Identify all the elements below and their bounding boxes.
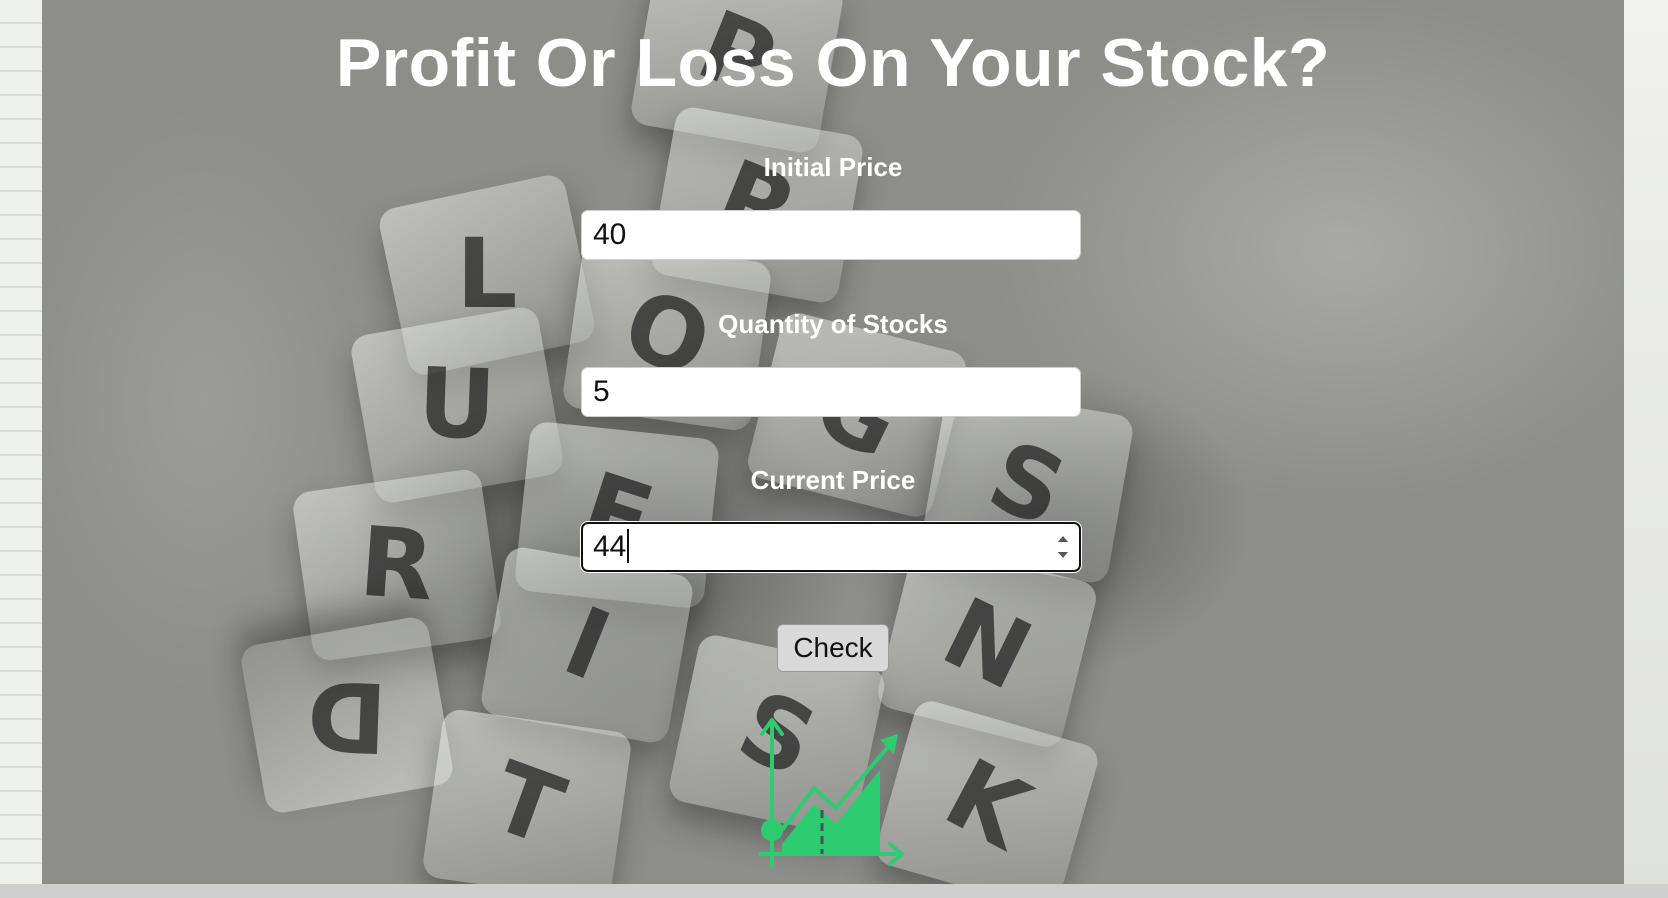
page-title: Profit Or Loss On Your Stock? [335,25,1331,101]
quantity-label: Quantity of Stocks [718,309,948,339]
initial-price-value: 40 [593,218,627,251]
tile-letter: T [477,740,578,868]
tile-letter: R [356,505,438,623]
current-price-value: 44 [593,530,627,563]
right-background-strip [1624,0,1668,884]
background-tile: D [238,614,456,816]
initial-price-input[interactable]: 40 [581,210,1081,260]
text-caret [627,529,630,564]
background-tile: T [421,707,633,884]
quantity-value: 5 [593,375,610,408]
current-price-label: Current Price [750,465,916,495]
tile-letter: N [926,576,1048,712]
left-background-strip [0,0,42,884]
tile-letter: D [305,658,389,774]
initial-price-label: Initial Price [763,152,903,182]
current-price-input[interactable]: 44 [580,521,1082,573]
quantity-input[interactable]: 5 [581,367,1081,417]
spin-up-icon[interactable] [1058,536,1068,542]
growth-chart-icon [752,712,912,877]
spin-down-icon[interactable] [1058,552,1068,558]
bottom-scrollbar[interactable] [0,884,1668,898]
main-container: P R L O U G S F R I N D S T K Profit Or … [42,0,1624,884]
number-spinner[interactable] [1055,532,1071,562]
tile-letter: U [415,346,498,462]
background-tile: I [478,544,696,746]
check-button[interactable]: Check [777,624,889,672]
tile-letter: I [549,585,625,703]
